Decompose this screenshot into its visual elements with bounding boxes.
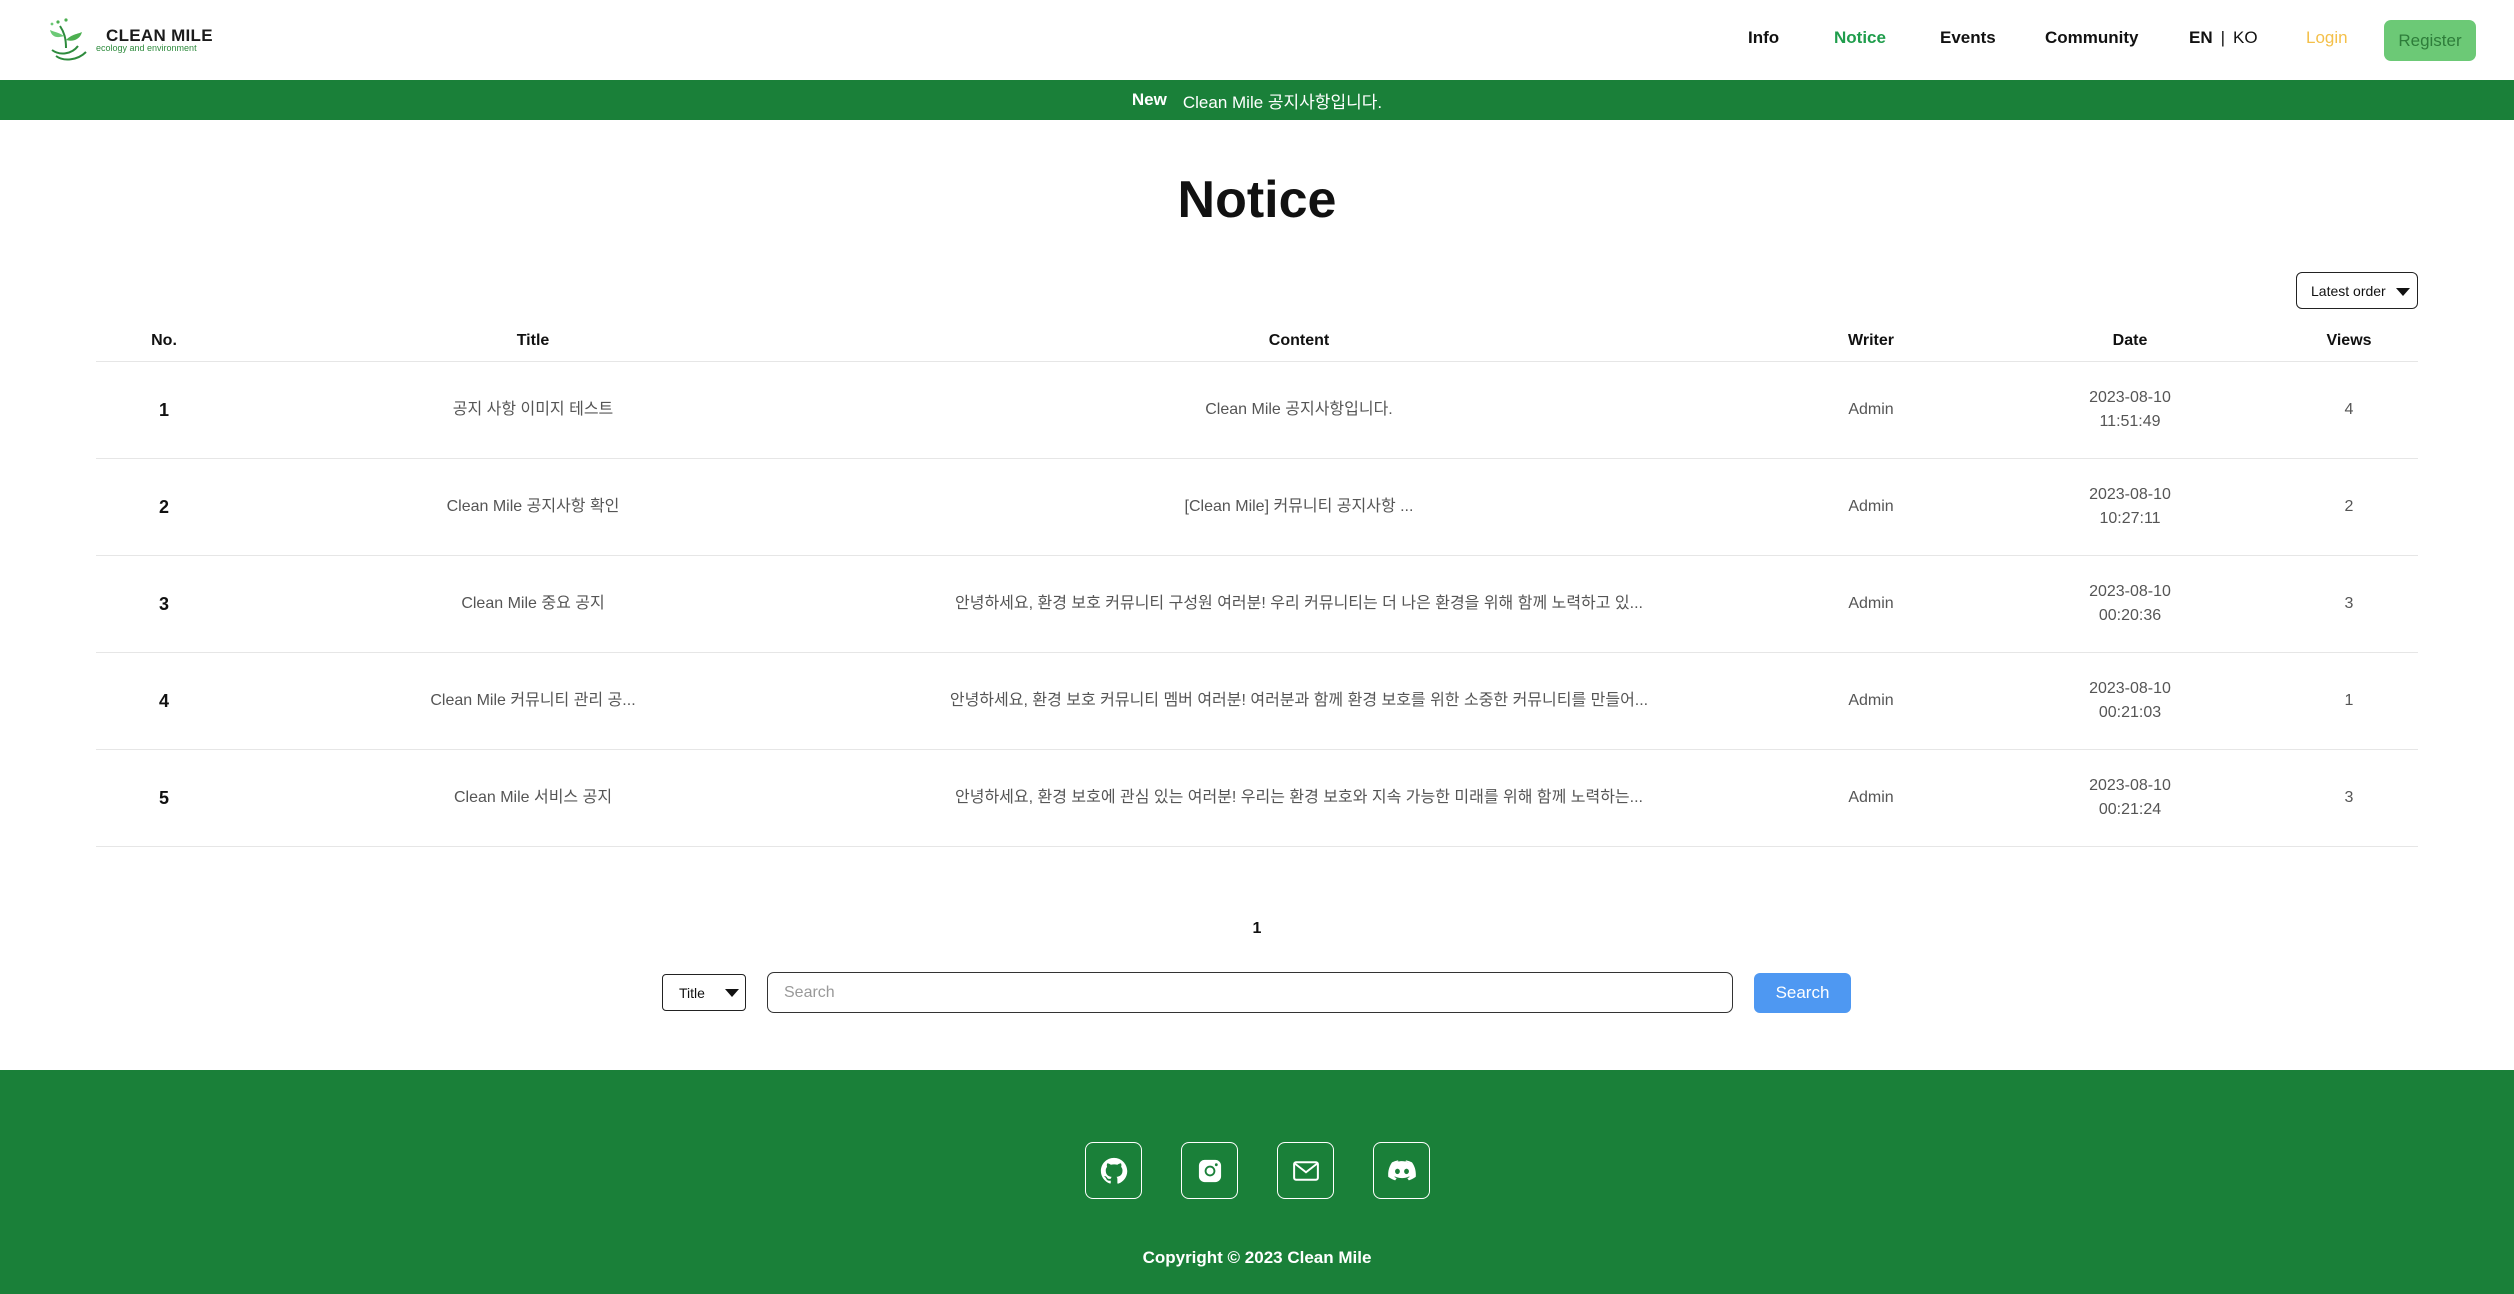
row-no: 1 bbox=[158, 400, 170, 420]
footer: Copyright © 2023 Clean Mile bbox=[0, 1070, 2514, 1294]
table-row[interactable]: 2 Clean Mile 공지사항 확인 [Clean Mile] 커뮤니티 공… bbox=[96, 459, 2418, 556]
lang-separator: | bbox=[2220, 28, 2226, 47]
instagram-link[interactable] bbox=[1181, 1142, 1238, 1199]
row-writer: Admin bbox=[1848, 401, 1894, 418]
page-number-current[interactable]: 1 bbox=[1253, 920, 1262, 937]
row-no: 3 bbox=[158, 594, 170, 614]
row-date: 2023-08-10 00:21:03 bbox=[2089, 677, 2171, 725]
row-views: 2 bbox=[2344, 498, 2354, 515]
caret-down-icon bbox=[2396, 288, 2410, 296]
header-date: Date bbox=[2112, 332, 2148, 349]
row-content: [Clean Mile] 커뮤니티 공지사항 ... bbox=[1184, 498, 1414, 515]
copyright-text: Copyright © 2023 Clean Mile bbox=[1142, 1248, 1372, 1267]
row-date-day: 2023-08-10 bbox=[2089, 777, 2171, 794]
row-no: 2 bbox=[158, 497, 170, 517]
instagram-icon bbox=[1198, 1159, 1221, 1182]
row-no: 4 bbox=[158, 691, 170, 711]
row-title[interactable]: Clean Mile 공지사항 확인 bbox=[447, 495, 620, 519]
row-title[interactable]: 공지 사항 이미지 테스트 bbox=[453, 398, 614, 422]
nav-events[interactable]: Events bbox=[1940, 28, 1996, 48]
row-content: 안녕하세요, 환경 보호 커뮤니티 멤버 여러분! 여러분과 함께 환경 보호를… bbox=[949, 692, 1649, 709]
discord-icon bbox=[1387, 1159, 1416, 1180]
discord-link[interactable] bbox=[1373, 1142, 1430, 1199]
sort-selected-value: Latest order bbox=[2311, 282, 2386, 299]
language-switcher: EN | KO bbox=[2189, 28, 2258, 48]
header-title: Title bbox=[516, 332, 550, 349]
header-no: No. bbox=[151, 332, 177, 349]
register-button[interactable]: Register bbox=[2384, 20, 2476, 61]
row-date-time: 11:51:49 bbox=[2099, 413, 2161, 430]
row-writer: Admin bbox=[1848, 498, 1894, 515]
row-title[interactable]: Clean Mile 서비스 공지 bbox=[454, 786, 612, 810]
row-no: 5 bbox=[158, 788, 170, 808]
mail-icon bbox=[1292, 1160, 1319, 1181]
row-date-day: 2023-08-10 bbox=[2089, 486, 2171, 503]
leaf-logo-icon bbox=[50, 18, 87, 61]
table-row[interactable]: 4 Clean Mile 커뮤니티 관리 공... 안녕하세요, 환경 보호 커… bbox=[96, 653, 2418, 750]
banner-text: Clean Mile 공지사항입니다. bbox=[1182, 92, 1383, 112]
row-date-day: 2023-08-10 bbox=[2089, 389, 2171, 406]
logo[interactable]: CLEAN MILE ecology and environment bbox=[46, 16, 216, 64]
search-type-selected: Title bbox=[679, 984, 705, 1001]
page-title: Notice bbox=[1177, 171, 1337, 229]
nav-community[interactable]: Community bbox=[2045, 28, 2139, 48]
pagination: 1 bbox=[0, 920, 2514, 938]
row-title[interactable]: Clean Mile 커뮤니티 관리 공... bbox=[430, 689, 635, 713]
row-date-time: 00:21:24 bbox=[2098, 801, 2162, 818]
github-link[interactable] bbox=[1085, 1142, 1142, 1199]
notice-table: No. Title Content Writer Date Views 1 공지… bbox=[96, 322, 2418, 847]
row-date-day: 2023-08-10 bbox=[2089, 680, 2171, 697]
row-content: 안녕하세요, 환경 보호에 관심 있는 여러분! 우리는 환경 보호와 지속 가… bbox=[955, 789, 1643, 806]
table-row[interactable]: 5 Clean Mile 서비스 공지 안녕하세요, 환경 보호에 관심 있는 … bbox=[96, 750, 2418, 847]
row-title[interactable]: Clean Mile 중요 공지 bbox=[461, 592, 604, 616]
nav-notice[interactable]: Notice bbox=[1834, 28, 1886, 48]
search-input[interactable] bbox=[767, 972, 1733, 1013]
header-content: Content bbox=[1268, 332, 1330, 349]
row-date-time: 10:27:11 bbox=[2099, 510, 2161, 527]
caret-down-icon bbox=[725, 989, 739, 997]
mail-link[interactable] bbox=[1277, 1142, 1334, 1199]
row-content: 안녕하세요, 환경 보호 커뮤니티 구성원 여러분! 우리 커뮤니티는 더 나은… bbox=[955, 595, 1643, 612]
row-views: 4 bbox=[2344, 401, 2354, 418]
row-views: 1 bbox=[2344, 692, 2354, 709]
header-writer: Writer bbox=[1848, 332, 1894, 349]
row-views: 3 bbox=[2344, 789, 2354, 806]
header-views: Views bbox=[2326, 332, 2372, 349]
table-row[interactable]: 3 Clean Mile 중요 공지 안녕하세요, 환경 보호 커뮤니티 구성원… bbox=[96, 556, 2418, 653]
sort-select[interactable]: Latest order bbox=[2296, 272, 2418, 309]
nav-info[interactable]: Info bbox=[1748, 28, 1779, 48]
table-row[interactable]: 1 공지 사항 이미지 테스트 Clean Mile 공지사항입니다. Admi… bbox=[96, 362, 2418, 459]
row-writer: Admin bbox=[1848, 789, 1894, 806]
lang-en[interactable]: EN bbox=[2189, 28, 2213, 47]
top-navbar: CLEAN MILE ecology and environment Info … bbox=[0, 0, 2514, 80]
row-date: 2023-08-10 10:27:11 bbox=[2089, 483, 2171, 531]
login-link[interactable]: Login bbox=[2306, 28, 2348, 48]
row-date-time: 00:20:36 bbox=[2098, 607, 2162, 624]
row-content: Clean Mile 공지사항입니다. bbox=[1205, 401, 1393, 418]
logo-subtitle: ecology and environment bbox=[96, 43, 197, 53]
row-writer: Admin bbox=[1848, 595, 1894, 612]
lang-ko[interactable]: KO bbox=[2233, 28, 2258, 47]
github-icon bbox=[1100, 1157, 1127, 1184]
announcement-banner[interactable]: New Clean Mile 공지사항입니다. bbox=[0, 80, 2514, 120]
row-date: 2023-08-10 00:20:36 bbox=[2089, 580, 2171, 628]
row-date: 2023-08-10 00:21:24 bbox=[2089, 774, 2171, 822]
row-date: 2023-08-10 11:51:49 bbox=[2089, 386, 2171, 434]
row-writer: Admin bbox=[1848, 692, 1894, 709]
row-date-time: 00:21:03 bbox=[2098, 704, 2162, 721]
banner-new-tag: New bbox=[1131, 90, 1167, 109]
row-date-day: 2023-08-10 bbox=[2089, 583, 2171, 600]
row-views: 3 bbox=[2344, 595, 2354, 612]
table-header: No. Title Content Writer Date Views bbox=[96, 322, 2418, 362]
search-type-select[interactable]: Title bbox=[662, 974, 746, 1011]
search-button[interactable]: Search bbox=[1754, 973, 1851, 1013]
